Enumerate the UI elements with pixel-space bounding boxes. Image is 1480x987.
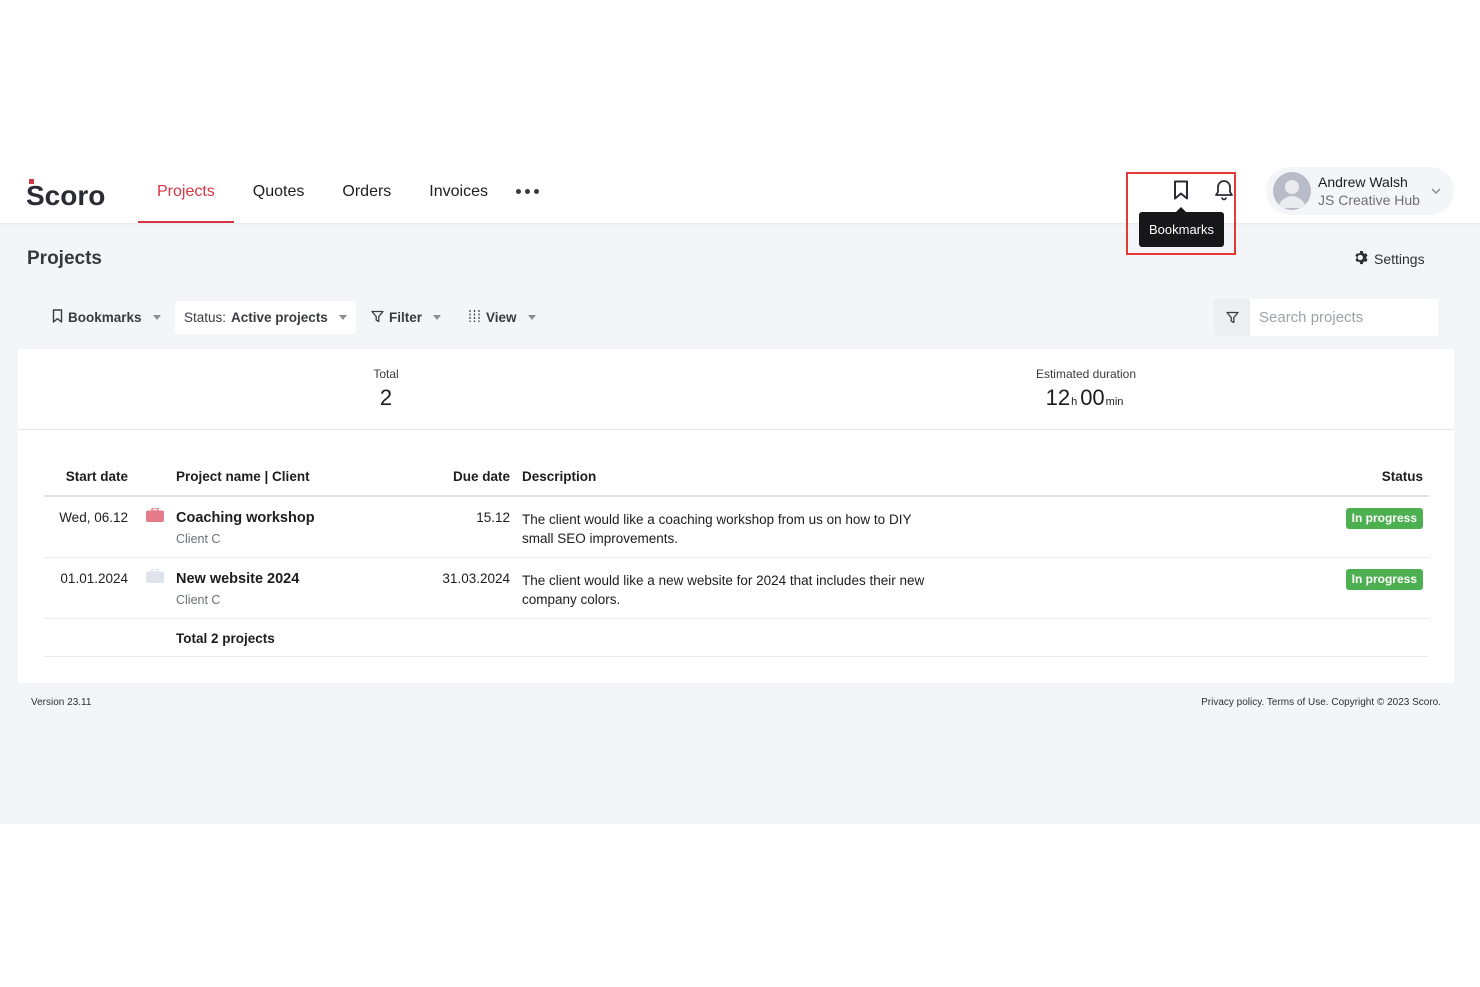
header-description[interactable]: Description <box>516 458 1216 497</box>
header-start-date[interactable]: Start date <box>44 458 134 497</box>
legal-text: Privacy policy. Terms of Use. Copyright … <box>1201 697 1441 708</box>
total-value: 2 <box>379 385 393 410</box>
columns-adjust-icon <box>468 310 481 325</box>
description-cell: The client would like a new website for … <box>522 572 925 607</box>
svg-text:Scoro: Scoro <box>26 180 105 209</box>
status-value: Active projects <box>231 310 328 325</box>
caret-down-icon <box>527 315 536 320</box>
projects-card: Bookmarks Status: Active projects Filter… <box>18 288 1454 683</box>
bookmark-icon[interactable] <box>1169 178 1193 202</box>
duration-stat: Estimated duration 12h 00min <box>1026 367 1146 411</box>
user-menu[interactable]: Andrew Walsh JS Creative Hub <box>1266 167 1454 215</box>
list-toolbar: Bookmarks Status: Active projects Filter… <box>18 288 1454 349</box>
version-text: Version 23.11 <box>31 697 92 708</box>
filter-dropdown[interactable]: Filter <box>371 301 442 334</box>
settings-label: Settings <box>1374 251 1425 267</box>
start-date-cell: Wed, 06.12 <box>44 496 134 558</box>
due-date-cell: 15.12 <box>406 496 516 558</box>
summary-bar: Total 2 Estimated duration 12h 00min <box>18 349 1454 430</box>
caret-down-icon <box>338 315 347 320</box>
status-badge: In progress <box>1345 568 1423 590</box>
bookmarks-tooltip: Bookmarks <box>1139 207 1224 247</box>
duration-minutes-unit: min <box>1105 396 1124 408</box>
user-company: JS Creative Hub <box>1318 192 1420 208</box>
briefcase-icon <box>146 507 164 522</box>
bookmark-icon <box>52 309 63 326</box>
duration-value: 12h 00min <box>1026 385 1146 411</box>
description-cell: The client would like a coaching worksho… <box>522 512 912 546</box>
chevron-down-icon <box>1430 184 1442 196</box>
total-label: Total <box>373 367 399 381</box>
search-input[interactable] <box>1250 299 1438 336</box>
app: Scoro Projects Quotes Orders Invoices Bo… <box>0 160 1480 824</box>
status-badge: In progress <box>1345 508 1423 529</box>
scoro-logo-graphic: Scoro <box>26 179 105 209</box>
nav-quotes[interactable]: Quotes <box>234 160 324 223</box>
view-label: View <box>486 310 517 325</box>
main-nav: Projects Quotes Orders Invoices <box>138 160 547 223</box>
duration-hours: 12 <box>1045 385 1071 410</box>
scoro-logo[interactable]: Scoro <box>26 177 116 209</box>
duration-hours-unit: h <box>1071 396 1078 408</box>
header-status[interactable]: Status <box>1216 458 1429 497</box>
top-navigation-bar: Scoro Projects Quotes Orders Invoices Bo… <box>0 160 1480 255</box>
avatar <box>1273 172 1311 210</box>
status-dropdown[interactable]: Status: Active projects <box>175 301 356 334</box>
due-date-cell: 31.03.2024 <box>406 557 516 619</box>
filter-icon <box>371 310 384 326</box>
total-projects-label: Total 2 projects <box>176 630 275 646</box>
projects-table: Start date Project name | Client Due dat… <box>44 458 1429 657</box>
gear-icon <box>1354 250 1369 268</box>
settings-button[interactable]: Settings <box>1354 250 1425 268</box>
view-dropdown[interactable]: View <box>468 301 536 334</box>
bookmarks-dropdown[interactable]: Bookmarks <box>52 301 161 334</box>
nav-invoices[interactable]: Invoices <box>410 160 507 223</box>
user-name: Andrew Walsh <box>1318 174 1408 190</box>
caret-down-icon <box>433 315 442 320</box>
header-icon-column <box>134 458 170 497</box>
client-name: Client C <box>176 592 221 607</box>
page-title: Projects <box>27 248 102 269</box>
caret-down-icon <box>152 315 161 320</box>
bookmarks-label: Bookmarks <box>68 310 142 325</box>
duration-label: Estimated duration <box>1035 367 1137 381</box>
filter-label: Filter <box>389 310 423 325</box>
bell-icon[interactable] <box>1212 178 1236 202</box>
project-name-link[interactable]: Coaching workshop <box>176 510 400 526</box>
client-name: Client C <box>176 532 221 546</box>
header-project-client[interactable]: Project name | Client <box>170 458 406 497</box>
project-name-link[interactable]: New website 2024 <box>176 571 400 587</box>
briefcase-icon <box>146 567 164 583</box>
total-stat: Total 2 <box>361 367 411 411</box>
table-row[interactable]: 01.01.2024 New website 2024 Client C 31.… <box>44 557 1429 619</box>
status-prefix: Status: <box>184 310 227 325</box>
nav-orders[interactable]: Orders <box>323 160 410 223</box>
table-total-row: Total 2 projects <box>44 618 1429 657</box>
search-filter-icon[interactable] <box>1214 299 1250 336</box>
table-row[interactable]: Wed, 06.12 Coaching workshop Client C 15… <box>44 496 1429 558</box>
duration-minutes: 00 <box>1080 385 1105 410</box>
nav-projects[interactable]: Projects <box>138 160 234 223</box>
more-horizontal-icon[interactable] <box>507 160 547 223</box>
start-date-cell: 01.01.2024 <box>44 557 134 619</box>
table-header-row: Start date Project name | Client Due dat… <box>44 458 1429 497</box>
header-due-date[interactable]: Due date <box>406 458 516 497</box>
